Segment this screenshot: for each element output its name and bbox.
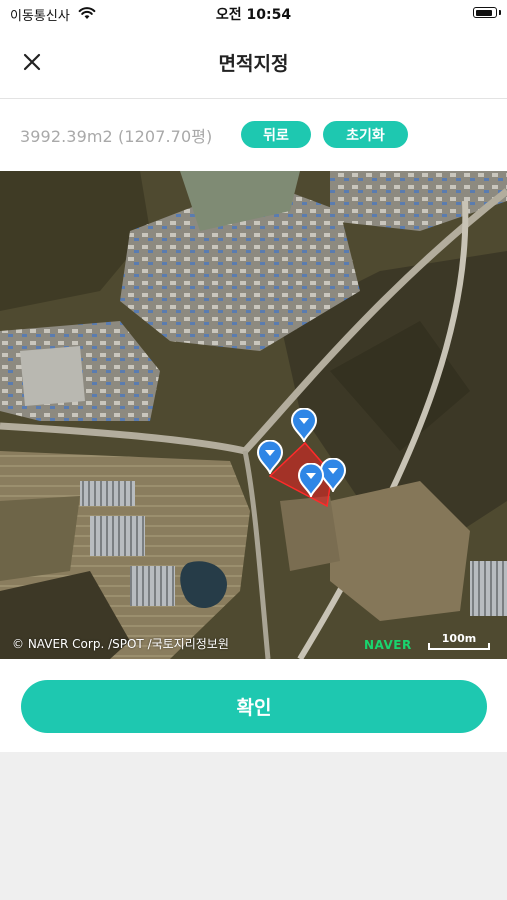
map-pin-icon[interactable] xyxy=(290,407,318,445)
scale-bar xyxy=(428,643,490,650)
area-value: 3992.39m2 (1207.70평) xyxy=(20,127,213,146)
status-time: 오전 10:54 xyxy=(215,7,292,23)
back-button[interactable]: 뒤로 xyxy=(241,121,311,148)
map-pin-icon[interactable] xyxy=(297,462,325,500)
area-summary-row: 3992.39m2 (1207.70평) 뒤로 초기화 xyxy=(0,99,507,171)
navigation-header: 면적지정 xyxy=(0,28,507,99)
battery-nub xyxy=(499,10,501,15)
satellite-map[interactable]: © NAVER Corp. /SPOT /국토지리정보원 NAVER 100m xyxy=(0,171,507,659)
map-pin-icon[interactable] xyxy=(256,439,284,477)
empty-bottom-area xyxy=(0,752,507,900)
page-title: 면적지정 xyxy=(218,53,289,75)
reset-button[interactable]: 초기화 xyxy=(323,121,408,148)
map-imagery xyxy=(0,171,507,659)
confirm-button[interactable]: 확인 xyxy=(21,680,487,733)
status-bar: 이동통신사 오전 10:54 xyxy=(0,0,507,28)
battery-icon xyxy=(473,7,497,18)
map-attribution: © NAVER Corp. /SPOT /국토지리정보원 xyxy=(12,637,229,651)
app-screen: 이동통신사 오전 10:54 면적지정 3992.39m2 (1207.70평)… xyxy=(0,0,507,752)
naver-logo: NAVER xyxy=(364,638,412,652)
